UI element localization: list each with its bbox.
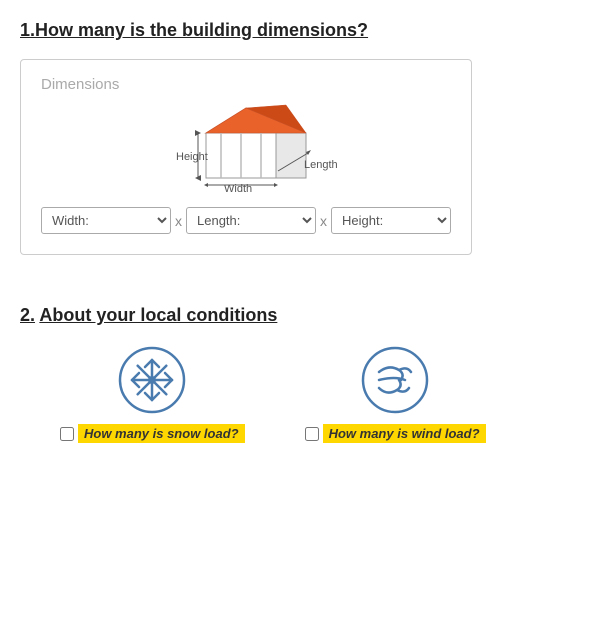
section1-title-text: How many is the building dimensions? xyxy=(35,20,368,40)
wind-label-container: How many is wind load? xyxy=(305,424,486,443)
dimensions-box: Dimensions Height xyxy=(20,59,472,255)
height-select[interactable]: Height: 6ft 7ft 8ft 9ft 10ft 12ft xyxy=(331,207,451,234)
building-svg: Height Width Length xyxy=(146,103,346,193)
section1-title: 1.How many is the building dimensions? xyxy=(20,20,582,41)
snow-checkbox[interactable] xyxy=(60,427,74,441)
snow-label-container: How many is snow load? xyxy=(60,424,245,443)
section1-number: 1. xyxy=(20,20,35,40)
snow-condition-item: How many is snow load? xyxy=(60,346,245,443)
wind-icon xyxy=(361,346,429,414)
wind-label-text[interactable]: How many is wind load? xyxy=(323,424,486,443)
section2-title-text: About your local conditions xyxy=(39,305,277,325)
local-conditions-row: How many is snow load? xyxy=(60,346,582,443)
times-sep-1: x xyxy=(171,213,186,229)
svg-text:Width: Width xyxy=(224,183,252,193)
snow-label-text[interactable]: How many is snow load? xyxy=(78,424,245,443)
length-select[interactable]: Length: 20ft 25ft 30ft 35ft 40ft 50ft xyxy=(186,207,316,234)
svg-text:Length: Length xyxy=(304,159,338,171)
section2-title: 2. About your local conditions xyxy=(20,305,582,326)
building-illustration: Height Width Length xyxy=(41,103,451,193)
svg-text:Height: Height xyxy=(176,151,208,163)
snow-icon xyxy=(118,346,186,414)
dimensions-label: Dimensions xyxy=(41,76,451,93)
section2: 2. About your local conditions xyxy=(20,305,582,443)
wind-checkbox[interactable] xyxy=(305,427,319,441)
wind-condition-item: How many is wind load? xyxy=(305,346,486,443)
section2-number: 2. xyxy=(20,305,35,325)
width-select[interactable]: Width: 10ft 12ft 14ft 16ft 18ft 20ft xyxy=(41,207,171,234)
section1: 1.How many is the building dimensions? D… xyxy=(20,20,582,265)
times-sep-2: x xyxy=(316,213,331,229)
dropdowns-row: Width: 10ft 12ft 14ft 16ft 18ft 20ft x L… xyxy=(41,207,451,234)
